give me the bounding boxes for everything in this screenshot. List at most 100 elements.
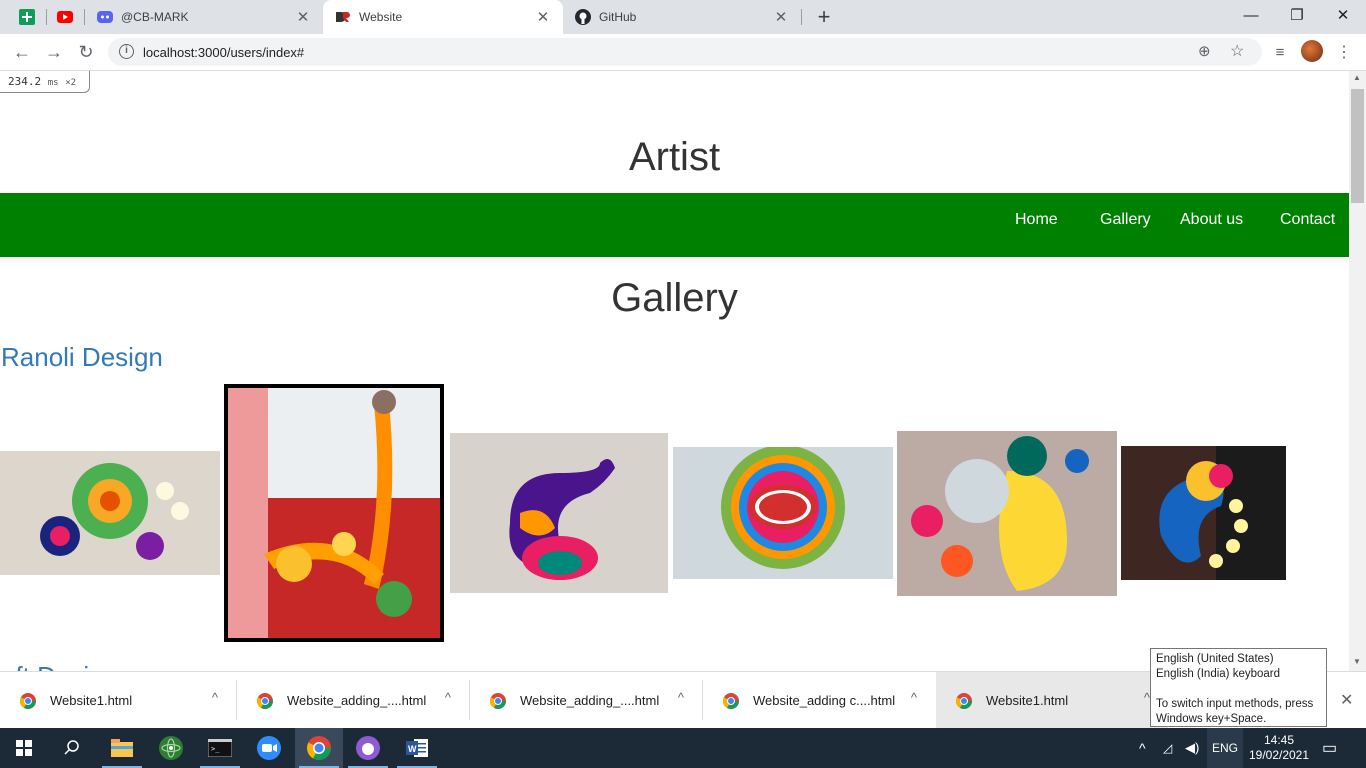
chrome-icon xyxy=(257,692,273,709)
network-icon[interactable]: ◿ xyxy=(1163,728,1172,768)
gallery-image[interactable] xyxy=(1121,446,1286,580)
input-method-tooltip: English (United States) English (India) … xyxy=(1150,648,1327,727)
download-item[interactable]: Website1.html ^ xyxy=(936,672,1168,729)
nav-about-us[interactable]: About us xyxy=(1180,193,1243,257)
tooltip-line: To switch input methods, press xyxy=(1156,698,1314,710)
chevron-up-icon: ^ xyxy=(1139,740,1146,756)
chrome-icon xyxy=(307,736,331,760)
gallery-image[interactable] xyxy=(450,433,668,593)
pinned-tab-sheets[interactable] xyxy=(8,0,46,34)
close-window-button[interactable]: ✕ xyxy=(1320,0,1366,30)
discord-icon xyxy=(97,9,113,25)
back-button[interactable]: ← xyxy=(8,38,36,66)
tab-github[interactable]: GitHub ✕ xyxy=(563,0,801,34)
search-button[interactable] xyxy=(48,728,96,768)
close-download-bar-icon[interactable]: ✕ xyxy=(1340,690,1353,710)
taskbar-terminal[interactable]: >_ xyxy=(196,728,244,768)
github-icon xyxy=(575,9,591,25)
chevron-up-icon[interactable]: ^ xyxy=(445,690,451,705)
clock-time: 14:45 xyxy=(1263,733,1295,747)
show-hidden-icons[interactable]: ^ xyxy=(1139,728,1146,768)
nav-gallery[interactable]: Gallery xyxy=(1100,193,1151,257)
taskbar-file-explorer[interactable] xyxy=(98,728,146,768)
download-item[interactable]: Website_adding_....html ^ xyxy=(237,672,469,729)
nav-contact[interactable]: Contact xyxy=(1280,193,1335,257)
tab-discord[interactable]: @CB-MARK ✕ xyxy=(85,0,323,34)
chrome-icon xyxy=(490,692,506,709)
taskbar-zoom[interactable] xyxy=(245,728,293,768)
tab-strip: @CB-MARK ✕ Website ✕ GitHub ✕ + — ❐ ✕ xyxy=(0,0,1366,34)
forward-button[interactable]: → xyxy=(40,38,68,66)
navbar: Home Gallery About us Contact xyxy=(0,193,1349,257)
next-section-heading: aft Desi xyxy=(1,661,89,671)
download-filename: Website1.html xyxy=(986,693,1069,708)
media-control-button[interactable]: ≡ xyxy=(1266,38,1294,66)
menu-button[interactable]: ⋮ xyxy=(1330,38,1358,66)
scroll-down-icon[interactable]: ▼ xyxy=(1353,657,1361,666)
new-tab-button[interactable]: + xyxy=(801,2,847,32)
taskbar-app[interactable] xyxy=(344,728,392,768)
windows-icon xyxy=(16,740,32,756)
pinned-tab-youtube[interactable] xyxy=(46,0,84,34)
gallery-image[interactable] xyxy=(0,451,220,575)
chrome-icon xyxy=(20,692,36,709)
nav-home[interactable]: Home xyxy=(1015,193,1058,257)
sheets-icon xyxy=(19,9,35,25)
address-url[interactable]: localhost:3000/users/index# xyxy=(143,45,304,60)
chrome-icon xyxy=(723,692,739,709)
info-icon[interactable]: i xyxy=(119,44,134,59)
close-tab-icon[interactable]: ✕ xyxy=(773,8,789,26)
vertical-scrollbar[interactable]: ▲ ▼ xyxy=(1349,71,1366,671)
gallery-image[interactable] xyxy=(224,384,444,642)
taskbar-atom[interactable] xyxy=(147,728,195,768)
terminal-icon: >_ xyxy=(208,739,232,757)
gallery-image[interactable] xyxy=(897,431,1117,596)
word-icon: W xyxy=(406,739,428,757)
close-tab-icon[interactable]: ✕ xyxy=(295,8,311,26)
address-bar[interactable]: i localhost:3000/users/index# ⊕ ☆ xyxy=(108,38,1262,66)
reload-icon: ↻ xyxy=(78,41,94,62)
browser-toolbar: ← → ↻ i localhost:3000/users/index# ⊕ ☆ … xyxy=(0,34,1366,71)
start-button[interactable] xyxy=(0,728,48,768)
svg-text:W: W xyxy=(408,744,417,754)
playlist-icon: ≡ xyxy=(1275,43,1285,61)
more-vertical-icon: ⋮ xyxy=(1336,44,1352,61)
taskbar-word[interactable]: W xyxy=(393,728,441,768)
svg-text:>_: >_ xyxy=(211,745,220,753)
chrome-icon xyxy=(956,692,972,709)
gallery-image[interactable] xyxy=(673,447,893,579)
reload-button[interactable]: ↻ xyxy=(72,38,100,66)
timing-badge: 234.2 ms ×2 xyxy=(0,71,90,93)
minimize-button[interactable]: — xyxy=(1228,0,1274,30)
download-item[interactable]: Website_adding c....html ^ xyxy=(703,672,935,729)
download-filename: Website_adding_....html xyxy=(287,693,427,708)
volume-icon[interactable]: ◀) xyxy=(1185,728,1199,768)
download-item[interactable]: Website_adding_....html ^ xyxy=(470,672,702,729)
download-item[interactable]: Website1.html ^ xyxy=(0,672,236,729)
zoom-icon[interactable]: ⊕ xyxy=(1198,42,1211,60)
input-language[interactable]: ENG xyxy=(1207,728,1243,768)
tab-title: Website xyxy=(359,10,403,24)
atom-icon xyxy=(159,736,183,760)
chevron-up-icon[interactable]: ^ xyxy=(678,690,684,705)
timing-multiplier: ×2 xyxy=(65,78,77,88)
chevron-up-icon[interactable]: ^ xyxy=(212,690,218,705)
scroll-up-icon[interactable]: ▲ xyxy=(1353,73,1361,82)
tab-title: @CB-MARK xyxy=(121,10,189,24)
notifications-icon[interactable]: ▭ xyxy=(1322,728,1337,768)
scrollbar-thumb[interactable] xyxy=(1351,89,1364,203)
download-filename: Website1.html xyxy=(50,693,133,708)
arrow-right-icon: → xyxy=(45,41,63,62)
bookmark-star-icon[interactable]: ☆ xyxy=(1230,41,1244,61)
close-tab-icon[interactable]: ✕ xyxy=(535,8,551,26)
chevron-up-icon[interactable]: ^ xyxy=(911,690,917,705)
tab-website[interactable]: Website ✕ xyxy=(323,0,563,34)
restore-button[interactable]: ❐ xyxy=(1274,0,1320,30)
youtube-icon xyxy=(57,11,73,23)
plus-icon: + xyxy=(817,4,831,29)
restore-icon: ❐ xyxy=(1290,7,1304,24)
taskbar-chrome[interactable] xyxy=(295,728,343,768)
avatar[interactable] xyxy=(1301,40,1323,62)
clock[interactable]: 14:45 19/02/2021 xyxy=(1248,728,1310,768)
tooltip-line: Windows key+Space. xyxy=(1156,713,1267,725)
